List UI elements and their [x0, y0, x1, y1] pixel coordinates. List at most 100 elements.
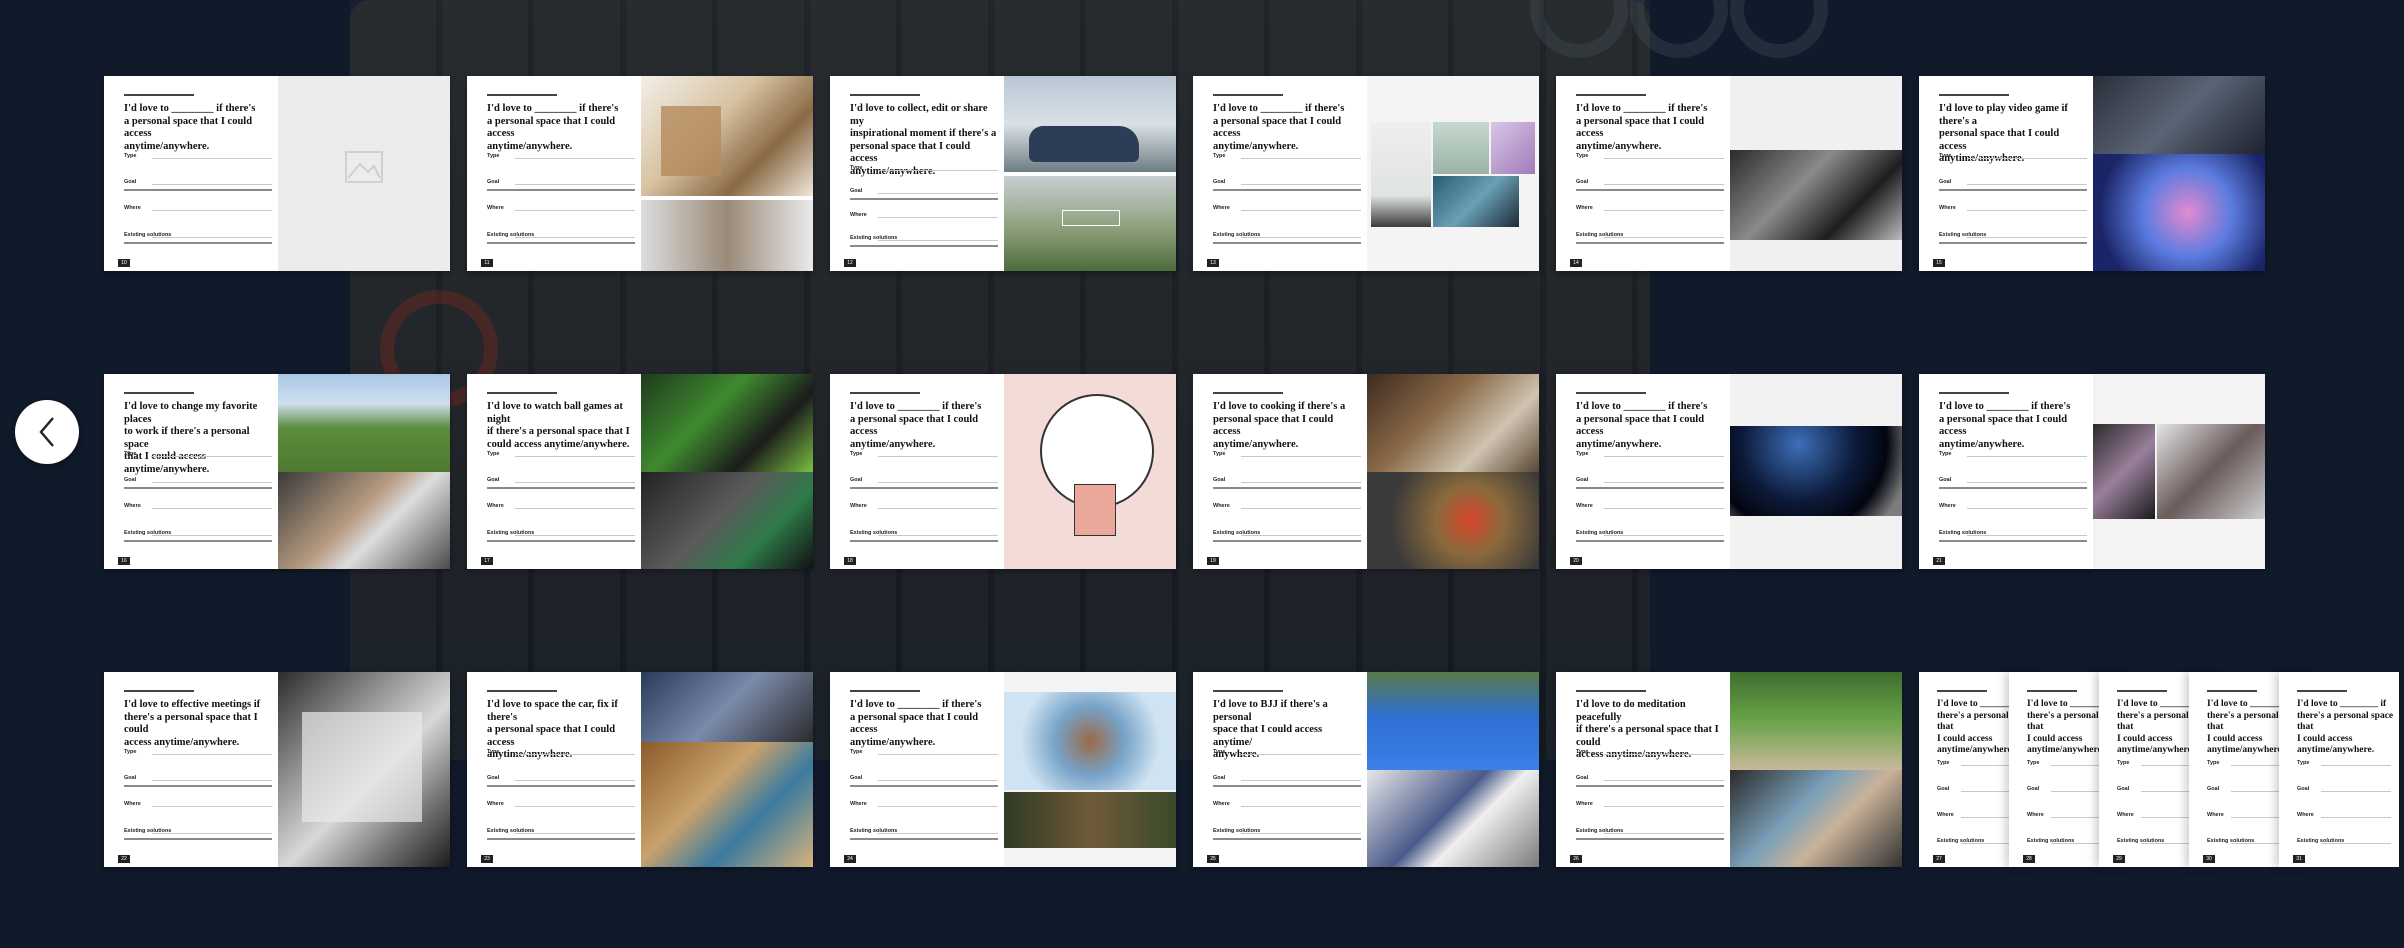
- slide-headline: I'd love to ________ if there's a person…: [850, 699, 982, 748]
- slide-thumbnail[interactable]: I'd love to cooking if there's a persona…: [1193, 374, 1539, 569]
- slide-thumbnail[interactable]: I'd love to ________ if there's a person…: [1556, 76, 1902, 271]
- field-line: [1604, 157, 1724, 159]
- field-line: [878, 806, 998, 808]
- field-label: Type: [487, 152, 500, 159]
- field-notes: [1213, 784, 1361, 787]
- slide-image: [2093, 76, 2265, 271]
- photo: [641, 472, 813, 569]
- chevron-left-icon: [39, 417, 54, 447]
- slide-page-number: 25: [1207, 855, 1219, 863]
- slide-thumbnail[interactable]: I'd love to ________ if there's a person…: [1556, 374, 1902, 569]
- field-label: Where: [487, 801, 504, 808]
- field-line: [152, 779, 272, 781]
- field-line: [878, 508, 998, 510]
- field-notes: [850, 486, 998, 489]
- slide-thumbnail[interactable]: I'd love to ________ if there's a person…: [830, 672, 1176, 867]
- slide-headline: I'd love to ________ if there's a person…: [2297, 699, 2394, 755]
- field-notes: [850, 244, 998, 247]
- photo: [641, 200, 813, 271]
- slide-kicker: [1939, 392, 2009, 394]
- photo: [1433, 122, 1489, 174]
- field-line: [1967, 157, 2087, 159]
- field-label: Type: [487, 450, 500, 457]
- field-label: Goal: [124, 774, 137, 781]
- photo: [1004, 792, 1176, 848]
- field-line: [515, 481, 635, 483]
- field-label: Where: [1937, 812, 1954, 818]
- photo: [278, 374, 450, 472]
- slide-page-number: 11: [481, 259, 493, 267]
- slide-kicker: [124, 94, 194, 96]
- field-label: Type: [1939, 450, 1952, 457]
- field-label: Type: [2207, 760, 2220, 766]
- slide-thumbnail[interactable]: I'd love to BJJ if there's a personal sp…: [1193, 672, 1539, 867]
- field-line: [1604, 832, 1724, 834]
- field-line: [515, 455, 635, 457]
- field-line: [515, 832, 635, 834]
- slide-thumbnail[interactable]: I'd love to watch ball games at night if…: [467, 374, 813, 569]
- photo: [2093, 76, 2265, 154]
- photo: [278, 472, 450, 569]
- slide-thumbnail[interactable]: I'd love to effective meetings if there'…: [104, 672, 450, 867]
- field-label: Where: [124, 205, 141, 212]
- field-label: Where: [1939, 205, 1956, 212]
- field-line: [878, 779, 998, 781]
- field-line: [515, 534, 635, 536]
- slide-headline: I'd love to effective meetings if there'…: [124, 699, 261, 748]
- slide-kicker: [2027, 690, 2077, 692]
- field-line: [1241, 183, 1361, 185]
- field-line: [152, 534, 272, 536]
- field-label: Type: [850, 748, 863, 755]
- field-line: [1967, 236, 2087, 238]
- field-line: [1604, 481, 1724, 483]
- slide-kicker: [1576, 94, 1646, 96]
- field-label: Goal: [487, 178, 500, 185]
- slide-image: [1730, 76, 1902, 271]
- slide-image: [278, 374, 450, 569]
- previous-button[interactable]: [15, 400, 79, 464]
- slide-kicker: [124, 392, 194, 394]
- photo: [641, 374, 813, 472]
- field-label: Goal: [124, 178, 137, 185]
- field-notes: [1939, 241, 2087, 244]
- slide-thumbnail[interactable]: I'd love to change my favorite places to…: [104, 374, 450, 569]
- field-notes: [487, 241, 635, 244]
- field-line: [1241, 806, 1361, 808]
- slide-kicker: [850, 690, 920, 692]
- field-label: Where: [1576, 205, 1593, 212]
- field-line: [1241, 508, 1361, 510]
- field-line: [878, 534, 998, 536]
- field-line: [1604, 753, 1724, 755]
- slide-thumbnail[interactable]: I'd love to ________ if there's a person…: [1919, 374, 2265, 569]
- photo: [2157, 424, 2265, 519]
- slide-thumbnail[interactable]: I'd love to ________ if there's a person…: [830, 374, 1176, 569]
- slide-headline: I'd love to ________ if there's a person…: [487, 103, 619, 152]
- slide-text-panel: I'd love to space the car, fix if there'…: [467, 672, 641, 867]
- field-line: [878, 455, 998, 457]
- field-line: [1967, 210, 2087, 212]
- slide-thumbnail[interactable]: I'd love to play video game if there's a…: [1919, 76, 2265, 271]
- slide-thumbnail[interactable]: I'd love to collect, edit or share my in…: [830, 76, 1176, 271]
- illustration: [1074, 484, 1116, 536]
- slide-kicker: [1937, 690, 1987, 692]
- slide-image: [641, 672, 813, 867]
- slide-page-number: 15: [1933, 259, 1945, 267]
- slide-thumbnail[interactable]: I'd love to ________ if there's a person…: [104, 76, 450, 271]
- field-line: [1604, 236, 1724, 238]
- field-line: [1604, 210, 1724, 212]
- photo: [1062, 210, 1120, 226]
- field-label: Where: [1213, 503, 1230, 510]
- field-line: [1241, 481, 1361, 483]
- slide-thumbnail[interactable]: I'd love to ________ if there's a person…: [1193, 76, 1539, 271]
- slide-thumbnail[interactable]: I'd love to space the car, fix if there'…: [467, 672, 813, 867]
- field-label: Goal: [2117, 786, 2130, 792]
- slide-thumbnail[interactable]: I'd love to do meditation peacefully if …: [1556, 672, 1902, 867]
- slide-text-panel: I'd love to cooking if there's a persona…: [1193, 374, 1367, 569]
- field-label: Where: [124, 503, 141, 510]
- slide-page-number: 14: [1570, 259, 1582, 267]
- stacked-slide[interactable]: I'd love to ________ if there's a person…: [2279, 672, 2399, 867]
- slide-text-panel: I'd love to play video game if there's a…: [1919, 76, 2093, 271]
- slide-text-panel: I'd love to effective meetings if there'…: [104, 672, 278, 867]
- field-line: [1241, 779, 1361, 781]
- slide-thumbnail[interactable]: I'd love to ________ if there's a person…: [467, 76, 813, 271]
